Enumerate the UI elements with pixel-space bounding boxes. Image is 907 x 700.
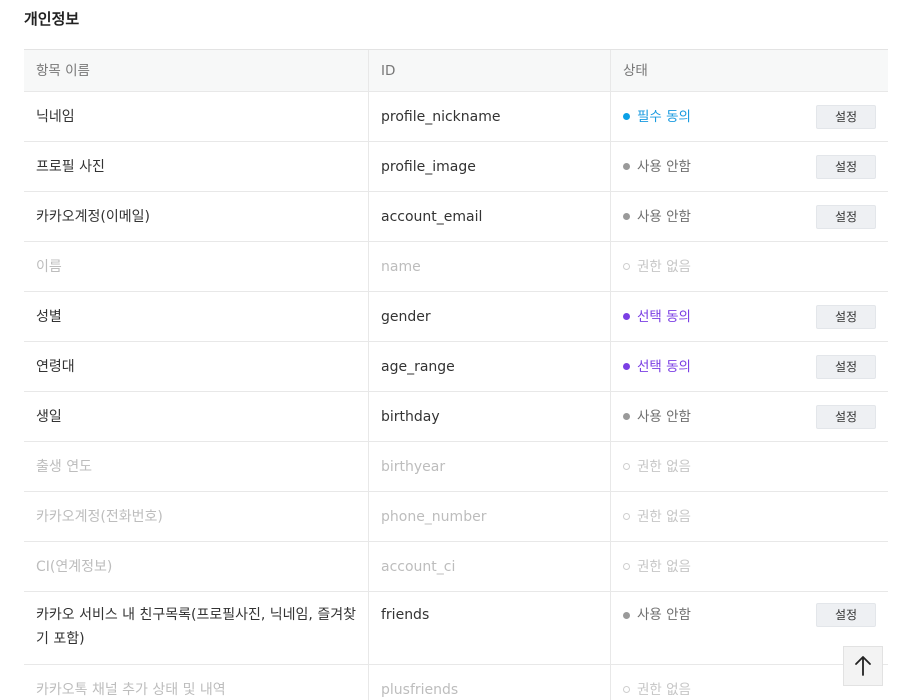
- item-id: account_email: [369, 192, 611, 241]
- table-row: 닉네임 profile_nickname 필수 동의 설정: [24, 92, 888, 142]
- item-name: 이름: [24, 242, 369, 291]
- table-row: 생일 birthday 사용 안함 설정: [24, 392, 888, 442]
- settings-button[interactable]: 설정: [816, 104, 876, 129]
- item-status-cell: 필수 동의 설정: [611, 92, 888, 141]
- table-row: CI(연계정보) account_ci 권한 없음: [24, 542, 888, 592]
- item-id: profile_nickname: [369, 92, 611, 141]
- header-id: ID: [369, 50, 611, 91]
- status-badge: 사용 안함: [623, 405, 691, 429]
- table-row: 카카오 서비스 내 친구목록(프로필사진, 닉네임, 즐겨찾기 포함) frie…: [24, 592, 888, 665]
- table-row: 카카오톡 채널 추가 상태 및 내역 plusfriends 권한 없음: [24, 665, 888, 700]
- item-name: 프로필 사진: [24, 142, 369, 191]
- item-name: 출생 연도: [24, 442, 369, 491]
- status-badge: 권한 없음: [623, 505, 691, 529]
- item-name: 카카오톡 채널 추가 상태 및 내역: [24, 665, 369, 700]
- status-text: 권한 없음: [637, 508, 691, 525]
- item-status-cell: 선택 동의 설정: [611, 342, 888, 391]
- status-text: 권한 없음: [637, 558, 691, 575]
- table-row: 이름 name 권한 없음: [24, 242, 888, 292]
- status-text: 권한 없음: [637, 258, 691, 275]
- table-row: 카카오계정(이메일) account_email 사용 안함 설정: [24, 192, 888, 242]
- item-status-cell: 선택 동의 설정: [611, 292, 888, 341]
- item-status-cell: 권한 없음: [611, 242, 888, 291]
- item-id: name: [369, 242, 611, 291]
- item-id: birthday: [369, 392, 611, 441]
- status-dot-icon: [623, 363, 630, 370]
- item-name: 닉네임: [24, 92, 369, 141]
- status-dot-icon: [623, 611, 630, 619]
- privacy-items-table: 항목 이름 ID 상태 닉네임 profile_nickname 필수 동의 설…: [24, 49, 888, 700]
- item-id: age_range: [369, 342, 611, 391]
- table-body: 닉네임 profile_nickname 필수 동의 설정 프로필 사진 pro…: [24, 92, 888, 700]
- status-badge: 사용 안함: [623, 603, 691, 627]
- settings-button[interactable]: 설정: [816, 404, 876, 429]
- item-status-cell: 사용 안함 설정: [611, 142, 888, 191]
- status-badge: 사용 안함: [623, 205, 691, 229]
- status-dot-icon: [623, 263, 630, 270]
- item-id: plusfriends: [369, 665, 611, 700]
- status-badge: 선택 동의: [623, 355, 691, 379]
- item-name: 연령대: [24, 342, 369, 391]
- settings-button[interactable]: 설정: [816, 204, 876, 229]
- header-item-name: 항목 이름: [24, 50, 369, 91]
- item-name: CI(연계정보): [24, 542, 369, 591]
- status-dot-icon: [623, 163, 630, 170]
- item-id: account_ci: [369, 542, 611, 591]
- status-dot-icon: [623, 686, 630, 693]
- status-dot-icon: [623, 413, 630, 420]
- status-text: 사용 안함: [637, 158, 691, 175]
- status-dot-icon: [623, 313, 630, 320]
- status-dot-icon: [623, 113, 630, 120]
- status-text: 선택 동의: [637, 308, 691, 325]
- table-row: 프로필 사진 profile_image 사용 안함 설정: [24, 142, 888, 192]
- item-status-cell: 사용 안함 설정: [611, 392, 888, 441]
- status-badge: 권한 없음: [623, 255, 691, 279]
- item-id: profile_image: [369, 142, 611, 191]
- status-text: 권한 없음: [637, 681, 691, 698]
- status-dot-icon: [623, 563, 630, 570]
- settings-button[interactable]: 설정: [816, 154, 876, 179]
- status-badge: 선택 동의: [623, 305, 691, 329]
- item-id: friends: [369, 592, 611, 664]
- status-badge: 사용 안함: [623, 155, 691, 179]
- status-dot-icon: [623, 463, 630, 470]
- status-text: 권한 없음: [637, 458, 691, 475]
- settings-button[interactable]: 설정: [816, 354, 876, 379]
- page: 개인정보 항목 이름 ID 상태 닉네임 profile_nickname 필수…: [0, 0, 907, 700]
- section-title: 개인정보: [24, 10, 80, 28]
- table-row: 성별 gender 선택 동의 설정: [24, 292, 888, 342]
- settings-button[interactable]: 설정: [816, 603, 876, 627]
- status-text: 선택 동의: [637, 358, 691, 375]
- status-dot-icon: [623, 513, 630, 520]
- status-badge: 필수 동의: [623, 105, 691, 129]
- table-row: 출생 연도 birthyear 권한 없음: [24, 442, 888, 492]
- item-id: birthyear: [369, 442, 611, 491]
- status-badge: 권한 없음: [623, 455, 691, 479]
- status-badge: 권한 없음: [623, 678, 691, 700]
- item-name: 카카오 서비스 내 친구목록(프로필사진, 닉네임, 즐겨찾기 포함): [24, 592, 369, 664]
- item-status-cell: 권한 없음: [611, 492, 888, 541]
- status-dot-icon: [623, 213, 630, 220]
- item-status-cell: 권한 없음: [611, 442, 888, 491]
- table-row: 연령대 age_range 선택 동의 설정: [24, 342, 888, 392]
- status-text: 사용 안함: [637, 208, 691, 225]
- status-text: 사용 안함: [637, 408, 691, 425]
- item-id: gender: [369, 292, 611, 341]
- item-name: 성별: [24, 292, 369, 341]
- item-name: 생일: [24, 392, 369, 441]
- status-badge: 권한 없음: [623, 555, 691, 579]
- status-text: 필수 동의: [637, 108, 691, 125]
- header-status: 상태: [623, 62, 648, 79]
- item-name: 카카오계정(이메일): [24, 192, 369, 241]
- scroll-top-button[interactable]: [843, 646, 883, 686]
- item-id: phone_number: [369, 492, 611, 541]
- table-header-row: 항목 이름 ID 상태: [24, 50, 888, 92]
- arrow-up-icon: [855, 656, 871, 676]
- table-row: 카카오계정(전화번호) phone_number 권한 없음: [24, 492, 888, 542]
- item-name: 카카오계정(전화번호): [24, 492, 369, 541]
- item-status-cell: 권한 없음: [611, 542, 888, 591]
- item-status-cell: 사용 안함 설정: [611, 192, 888, 241]
- status-text: 사용 안함: [637, 607, 691, 623]
- settings-button[interactable]: 설정: [816, 304, 876, 329]
